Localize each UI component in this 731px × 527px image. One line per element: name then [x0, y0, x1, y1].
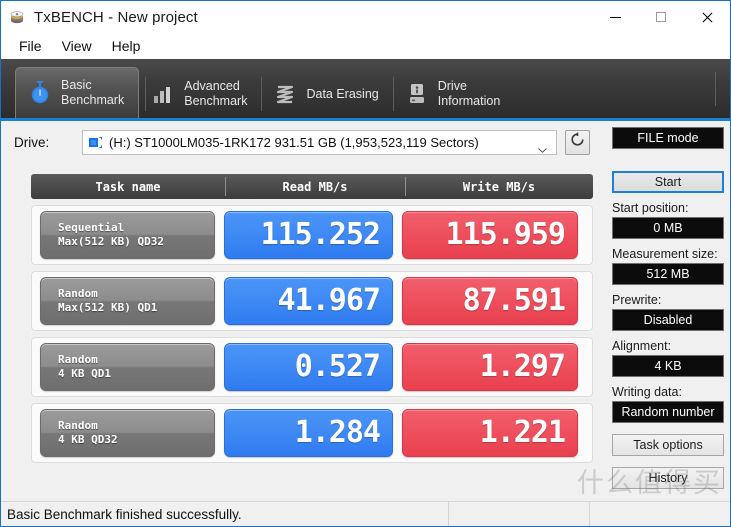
read-value: 41.967 — [277, 283, 381, 318]
menu-item-file[interactable]: File — [10, 36, 51, 56]
drive-selected-value: (H:) ST1000LM035-1RK172 931.51 GB (1,953… — [109, 134, 479, 150]
alignment-label: Alignment: — [612, 339, 672, 353]
task-button-random-4kb-qd32[interactable]: Random 4 KB QD32 — [40, 409, 215, 457]
table-row: Random 4 KB QD1 0.527 1.297 — [31, 337, 593, 397]
hard-disk-icon — [88, 136, 103, 149]
tab-drive-information[interactable]: Drive Information — [392, 70, 515, 118]
task-button-sequential-qd32[interactable]: Sequential Max(512 KB) QD32 — [40, 211, 215, 259]
tab-label-advanced-benchmark: Advanced Benchmark — [184, 79, 248, 108]
tab-strip: Basic Benchmark Advanced Benchmark Data … — [1, 59, 730, 121]
task-name-line-1: Random — [58, 287, 98, 300]
tab-label-drive-information: Drive Information — [437, 79, 501, 108]
settings-panel: FILE mode Start Start position: 0 MB Mea… — [612, 127, 724, 489]
task-name-line-2: Max(512 KB) QD1 — [58, 301, 158, 314]
task-name-line-2: Max(512 KB) QD32 — [58, 235, 164, 248]
read-result-cell: 0.527 — [224, 343, 393, 391]
prewrite-field[interactable]: Disabled — [612, 309, 724, 331]
refresh-icon — [570, 132, 585, 152]
table-row: Random Max(512 KB) QD1 41.967 87.591 — [31, 271, 593, 331]
write-value: 1.297 — [479, 349, 566, 384]
writing-data-label: Writing data: — [612, 385, 682, 399]
tab-strip-divider — [715, 72, 716, 106]
read-value: 1.284 — [294, 415, 381, 450]
column-header-read: Read MB/s — [225, 174, 405, 199]
start-position-field[interactable]: 0 MB — [612, 217, 724, 239]
minimize-icon — [609, 16, 621, 18]
history-button[interactable]: History — [612, 467, 724, 489]
writing-data-field[interactable]: Random number — [612, 401, 724, 423]
status-divider — [448, 502, 449, 526]
write-value: 1.221 — [479, 415, 566, 450]
column-header-write: Write MB/s — [405, 174, 593, 199]
drive-info-icon — [405, 81, 429, 107]
start-button[interactable]: Start — [612, 171, 724, 193]
status-bar: Basic Benchmark finished successfully. — [1, 501, 730, 526]
write-result-cell: 87.591 — [402, 277, 578, 325]
task-options-button[interactable]: Task options — [612, 434, 724, 456]
write-result-cell: 115.959 — [402, 211, 578, 259]
menu-item-view[interactable]: View — [53, 36, 101, 56]
write-value: 87.591 — [462, 283, 566, 318]
read-result-cell: 1.284 — [224, 409, 393, 457]
read-value: 0.527 — [294, 349, 381, 384]
drive-label: Drive: — [14, 134, 50, 150]
minimize-button[interactable] — [592, 1, 638, 33]
window-title: TxBENCH - New project — [34, 8, 198, 26]
tab-label-data-erasing: Data Erasing — [306, 86, 379, 101]
task-name-line-1: Sequential — [58, 221, 125, 234]
task-name-line-2: 4 KB QD32 — [58, 433, 118, 446]
column-header-task-name: Task name — [95, 179, 161, 194]
tab-basic-benchmark[interactable]: Basic Benchmark — [15, 67, 140, 118]
app-icon — [10, 9, 26, 25]
read-value: 115.252 — [260, 217, 381, 252]
task-button-random-max-qd1[interactable]: Random Max(512 KB) QD1 — [40, 277, 215, 325]
status-divider — [589, 502, 590, 526]
drive-select[interactable]: (H:) ST1000LM035-1RK172 931.51 GB (1,953… — [82, 129, 557, 155]
tab-advanced-benchmark[interactable]: Advanced Benchmark — [139, 70, 261, 118]
task-name-line-2: 4 KB QD1 — [58, 367, 111, 380]
title-bar: TxBENCH - New project — [1, 1, 730, 33]
mode-indicator[interactable]: FILE mode — [612, 127, 724, 149]
txbench-window: TxBENCH - New project File View Help Bas… — [0, 0, 731, 527]
window-controls — [592, 1, 730, 33]
measurement-size-label: Measurement size: — [612, 247, 718, 261]
chevron-down-icon — [538, 140, 547, 153]
task-name-line-1: Random — [58, 419, 98, 432]
menu-item-help[interactable]: Help — [103, 36, 150, 56]
read-result-cell: 115.252 — [224, 211, 393, 259]
measurement-size-field[interactable]: 512 MB — [612, 263, 724, 285]
write-result-cell: 1.221 — [402, 409, 578, 457]
tab-label-basic-benchmark: Basic Benchmark — [61, 78, 125, 107]
table-row: Random 4 KB QD32 1.284 1.221 — [31, 403, 593, 463]
close-button[interactable] — [684, 1, 730, 33]
write-result-cell: 1.297 — [402, 343, 578, 391]
start-position-label: Start position: — [612, 201, 689, 215]
table-row: Sequential Max(512 KB) QD32 115.252 115.… — [31, 205, 593, 265]
task-name-line-1: Random — [58, 353, 98, 366]
menu-bar: File View Help — [1, 33, 730, 59]
maximize-button[interactable] — [638, 1, 684, 33]
refresh-drives-button[interactable] — [565, 129, 590, 155]
benchmark-results-table: Task name Read MB/s Write MB/s Sequentia… — [31, 174, 593, 463]
prewrite-label: Prewrite: — [612, 293, 662, 307]
maximize-icon — [656, 12, 666, 22]
close-icon — [701, 11, 714, 24]
tab-data-erasing[interactable]: Data Erasing — [261, 70, 392, 118]
stopwatch-icon — [28, 80, 52, 106]
table-header-row: Task name Read MB/s Write MB/s — [31, 174, 593, 199]
task-button-random-4kb-qd1[interactable]: Random 4 KB QD1 — [40, 343, 215, 391]
write-value: 115.959 — [445, 217, 566, 252]
alignment-field[interactable]: 4 KB — [612, 355, 724, 377]
status-message: Basic Benchmark finished successfully. — [7, 506, 242, 522]
shredder-icon — [273, 81, 297, 107]
bar-chart-icon — [151, 81, 175, 107]
read-result-cell: 41.967 — [224, 277, 393, 325]
